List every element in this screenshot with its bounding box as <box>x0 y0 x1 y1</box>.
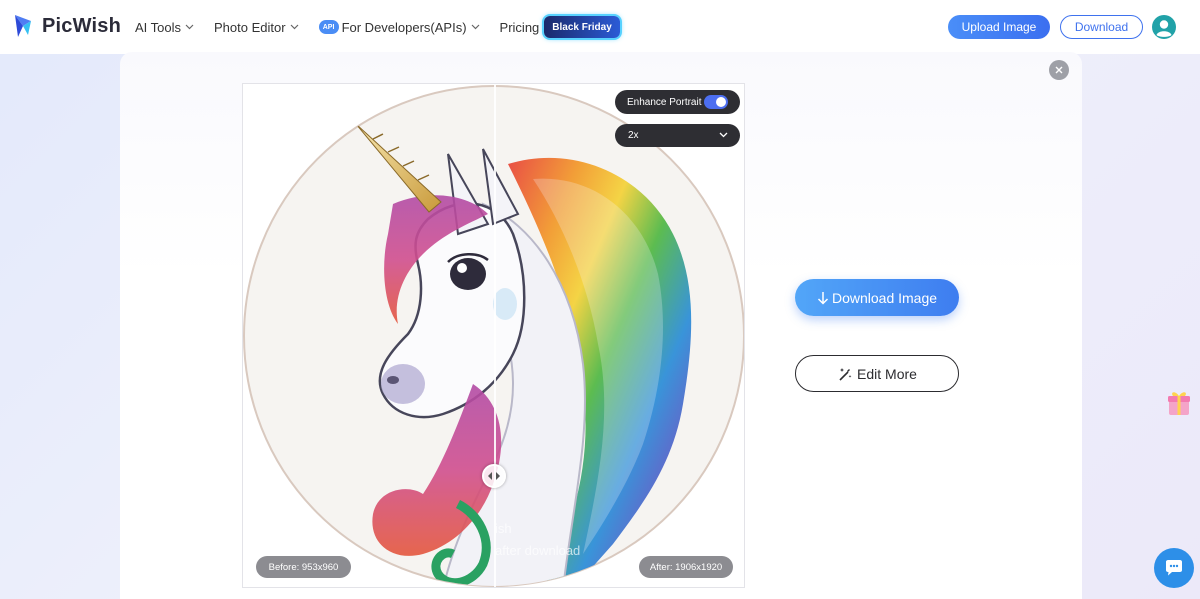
nav-ai-tools-label: AI Tools <box>135 19 182 35</box>
download-app-button[interactable]: Download <box>1060 15 1143 39</box>
after-size-label: After: 1906x1920 <box>639 556 733 578</box>
edit-more-button[interactable]: Edit More <box>795 355 959 392</box>
support-chat-button[interactable] <box>1154 548 1194 588</box>
chat-bubble-icon <box>1166 560 1182 576</box>
main-nav: AI Tools Photo Editor API For Developers… <box>135 0 640 54</box>
compare-slider-handle[interactable] <box>482 464 506 488</box>
watermark-text: ish after download <box>495 518 580 562</box>
black-friday-badge[interactable]: Black Friday <box>544 16 620 38</box>
upload-image-button[interactable]: Upload Image <box>948 15 1050 39</box>
magic-wand-icon <box>839 367 852 381</box>
watermark-line-2: after download <box>495 543 581 558</box>
picwish-logo-icon <box>15 15 31 37</box>
nav-pricing[interactable]: Pricing Black Friday <box>500 16 620 38</box>
compare-divider <box>494 84 496 587</box>
close-button[interactable] <box>1049 60 1069 80</box>
nav-photo-editor-label: Photo Editor <box>214 19 286 35</box>
api-badge: API <box>318 20 339 34</box>
upscale-select[interactable]: 2x <box>615 124 740 147</box>
before-size-label: Before: 953x960 <box>256 556 351 578</box>
toggle-switch[interactable] <box>704 95 728 109</box>
brand-name: PicWish <box>42 14 122 37</box>
chevron-down-icon <box>719 130 728 141</box>
upscale-value: 2x <box>628 130 639 141</box>
image-compare-viewer[interactable]: ish after download Enhance Portrait 2x B… <box>242 83 745 588</box>
user-avatar-icon[interactable] <box>1152 15 1176 39</box>
enhance-portrait-toggle[interactable]: Enhance Portrait <box>615 90 740 114</box>
close-icon <box>1055 66 1063 74</box>
download-image-button[interactable]: Download Image <box>795 279 959 316</box>
gift-icon[interactable] <box>1166 389 1192 417</box>
enhance-portrait-label: Enhance Portrait <box>627 96 702 108</box>
watermark-line-1: ish <box>495 521 512 536</box>
chevron-down-icon <box>185 24 194 30</box>
chevron-down-icon <box>290 24 299 30</box>
download-image-label: Download Image <box>831 289 938 306</box>
top-header: PicWish AI Tools Photo Editor API For De… <box>0 0 1200 54</box>
nav-photo-editor[interactable]: Photo Editor <box>214 20 299 35</box>
chevron-down-icon <box>471 24 480 30</box>
nav-ai-tools[interactable]: AI Tools <box>135 20 194 35</box>
edit-more-label: Edit More <box>857 365 917 382</box>
nav-developers-label: For Developers(APIs) <box>341 19 467 35</box>
brand-logo[interactable]: PicWish <box>12 13 121 39</box>
drag-arrows-icon <box>488 472 500 480</box>
nav-pricing-label: Pricing <box>499 19 540 35</box>
nav-developers[interactable]: API For Developers(APIs) <box>318 19 480 35</box>
download-arrow-icon <box>817 291 828 305</box>
